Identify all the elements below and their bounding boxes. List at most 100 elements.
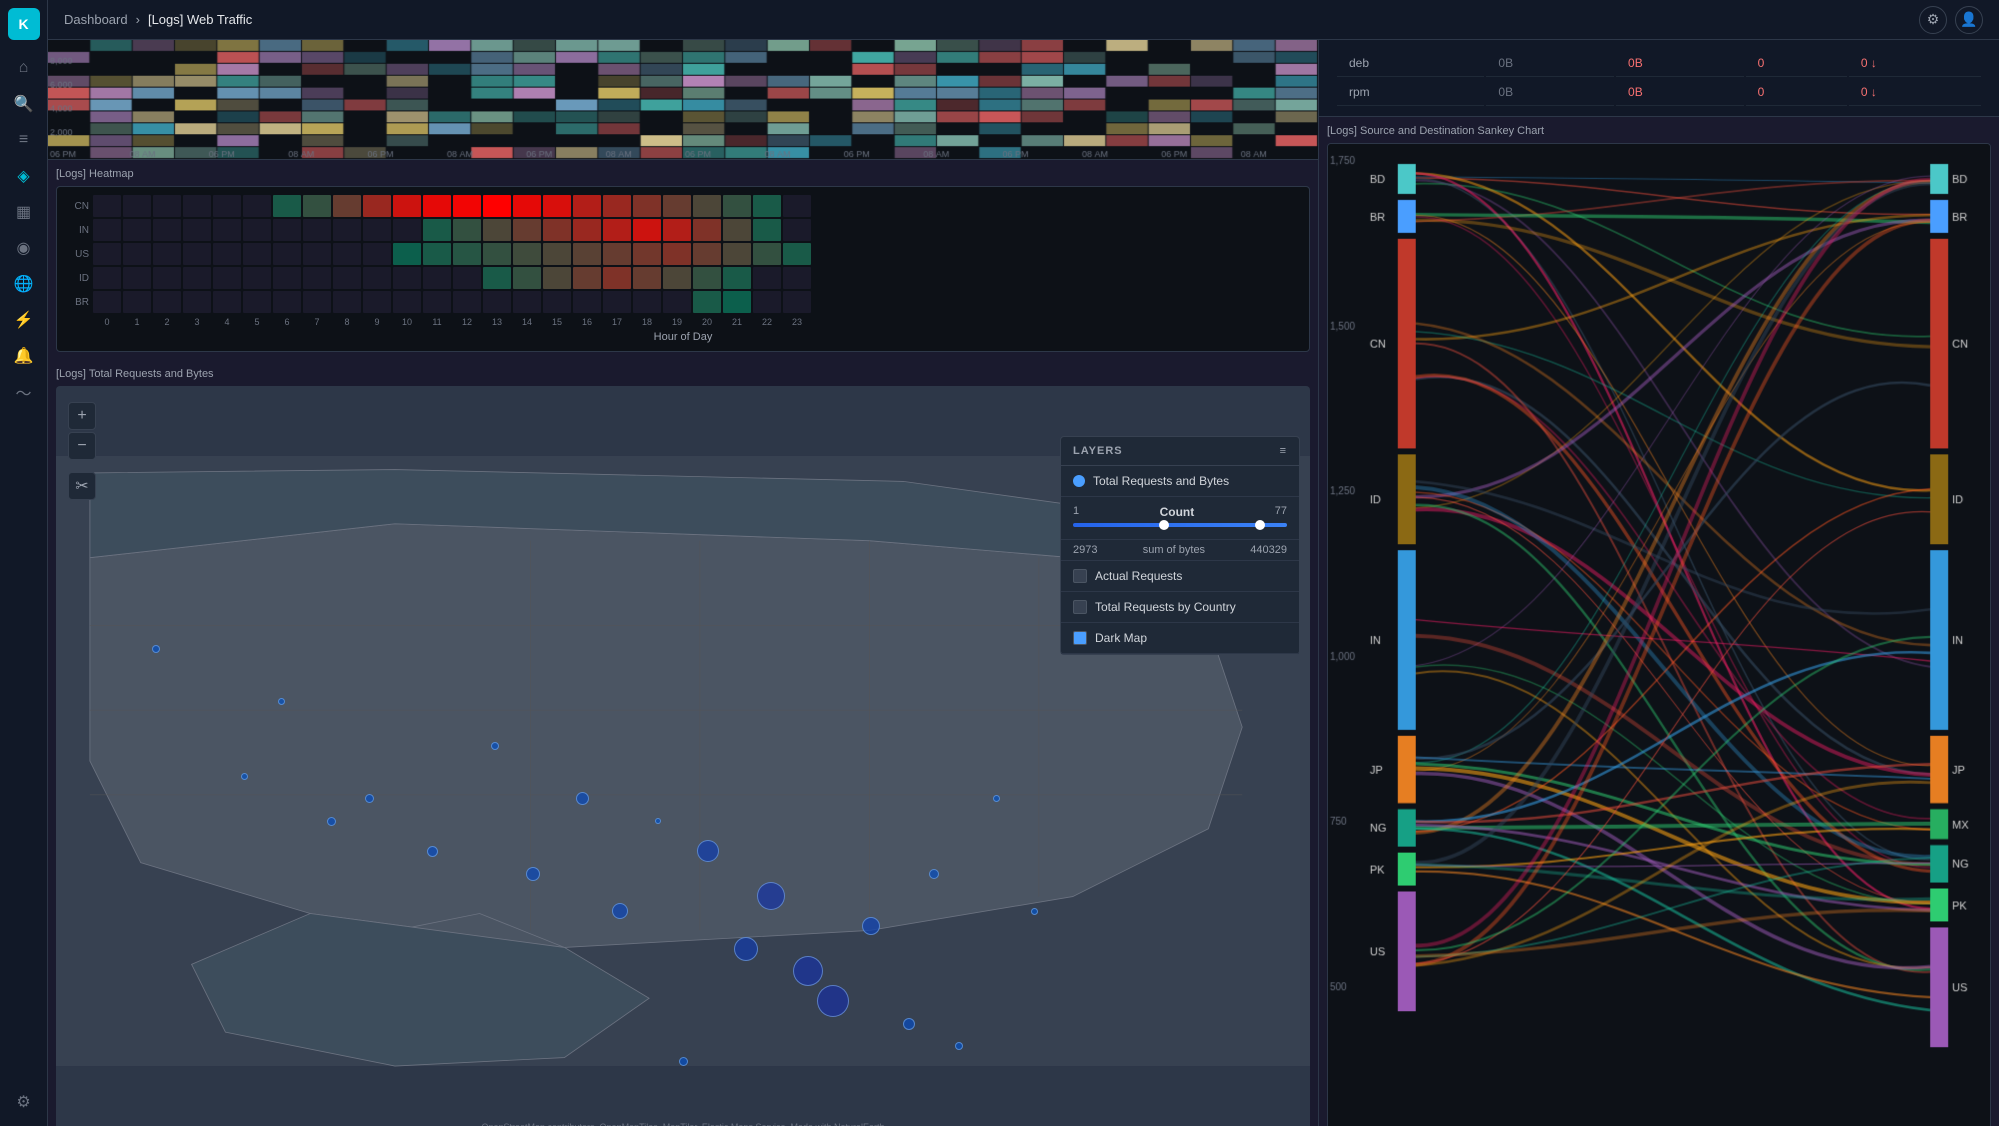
count-slider-thumb-right[interactable] [1255,520,1265,530]
heatmap-cell [543,243,571,265]
heatmap-cell [333,195,361,217]
count-min: 1 [1073,505,1079,519]
timelion-icon[interactable]: 〜 [8,376,40,408]
heatmap-cell [783,267,811,289]
heatmap-cell [183,243,211,265]
map-dot [903,1018,915,1030]
map-dot [152,645,160,653]
heatmap-cell [603,291,631,313]
heatmap-cell [693,195,721,217]
heatmap-cell [393,219,421,241]
map-dot [327,817,336,826]
dashboard-icon[interactable]: ▦ [8,196,40,228]
heatmap-cell [543,219,571,241]
heatmap-cell [423,291,451,313]
heatmap-x-label: 21 [723,317,751,327]
visualize-icon[interactable]: ◈ [8,160,40,192]
heatmap-cell [243,243,271,265]
map-dot [929,869,939,879]
heatmap-cell [93,219,121,241]
layer-dark-map[interactable]: Dark Map [1061,623,1299,654]
heatmap-cell [633,267,661,289]
heatmap-cell [363,243,391,265]
heatmap-grid: CNINUSIDBR [65,195,1301,313]
heatmap-x-label: 13 [483,317,511,327]
heatmap-cell [123,219,151,241]
canvas-icon[interactable]: ◉ [8,232,40,264]
map-dot [862,917,880,935]
heatmap-cell [453,219,481,241]
heatmap-x-label: 16 [573,317,601,327]
zoom-in-button[interactable]: + [68,402,96,430]
settings-icon[interactable]: ⚙ [8,1086,40,1118]
requests-country-checkbox[interactable] [1073,600,1087,614]
bytes-label: sum of bytes [1143,544,1205,556]
heatmap-cell [393,195,421,217]
ml-icon[interactable]: ⚡ [8,304,40,336]
zoom-out-button[interactable]: − [68,432,96,460]
heatmap-cell [693,291,721,313]
count-label: Count [1160,505,1195,519]
heatmap-cell [693,267,721,289]
map-dot [365,794,374,803]
map-dot [1031,908,1038,915]
dark-map-checkbox[interactable] [1073,631,1087,645]
map-tool-button[interactable]: ✂ [68,472,96,500]
breadcrumb-dashboard[interactable]: Dashboard [64,12,128,27]
heatmap-cell [783,243,811,265]
heatmap-cell [753,219,781,241]
heatmap-x-label: 14 [513,317,541,327]
table-cell-bytes2: 0B [1616,79,1744,106]
heatmap-cell [213,219,241,241]
dark-map-label: Dark Map [1095,631,1147,645]
heatmap-cell [633,219,661,241]
layer-label-requests: Total Requests and Bytes [1093,474,1229,488]
table-cell-count1: 0 [1746,79,1847,106]
map-dot [955,1042,963,1050]
heatmap-cell [573,291,601,313]
discover-icon[interactable]: ≡ [8,124,40,156]
heatmap-row-label: IN [65,225,89,236]
heatmap-cell [663,195,691,217]
heatmap-cell [153,243,181,265]
heatmap-x-label: 22 [753,317,781,327]
settings-button[interactable]: ⚙ [1919,6,1947,34]
heatmap-cell [453,195,481,217]
count-slider-thumb-left[interactable] [1159,520,1169,530]
heatmap-cell [753,243,781,265]
user-avatar[interactable]: 👤 [1955,6,1983,34]
heatmap-cell [723,291,751,313]
layer-requests-by-country[interactable]: Total Requests by Country [1061,592,1299,623]
table-cell-name: rpm [1337,79,1484,106]
actual-requests-checkbox[interactable] [1073,569,1087,583]
layer-item-requests[interactable]: Total Requests and Bytes [1061,466,1299,497]
heatmap-cell [363,195,391,217]
heatmap-cell [513,267,541,289]
maps-icon[interactable]: 🌐 [8,268,40,300]
app-logo[interactable]: K [8,8,40,40]
heatmap-cell [153,219,181,241]
map-dot [576,792,589,805]
heatmap-x-label: 23 [783,317,811,327]
heatmap-cell [723,195,751,217]
layer-actual-requests[interactable]: Actual Requests [1061,561,1299,592]
heatmap-row: US [65,243,1301,265]
map-controls: + − ✂ [68,402,96,500]
alerts-icon[interactable]: 🔔 [8,340,40,372]
heatmap-cell [153,291,181,313]
heatmap-x-label: 10 [393,317,421,327]
map-attribution: OpenStreetMap contributors, OpenMapTiles… [481,1122,884,1126]
heatmap-cell [183,291,211,313]
search-icon[interactable]: 🔍 [8,88,40,120]
heatmap-x-label: 12 [453,317,481,327]
heatmap-cell [153,195,181,217]
layers-menu-icon[interactable]: ≡ [1280,445,1287,457]
home-icon[interactable]: ⌂ [8,52,40,84]
count-slider-track[interactable] [1073,523,1287,527]
heatmap-cell [633,195,661,217]
heatmap-cell [513,243,541,265]
timeline-strip [48,40,1318,160]
timeline-canvas [48,40,1318,159]
heatmap-cell [333,219,361,241]
heatmap-cell [693,243,721,265]
